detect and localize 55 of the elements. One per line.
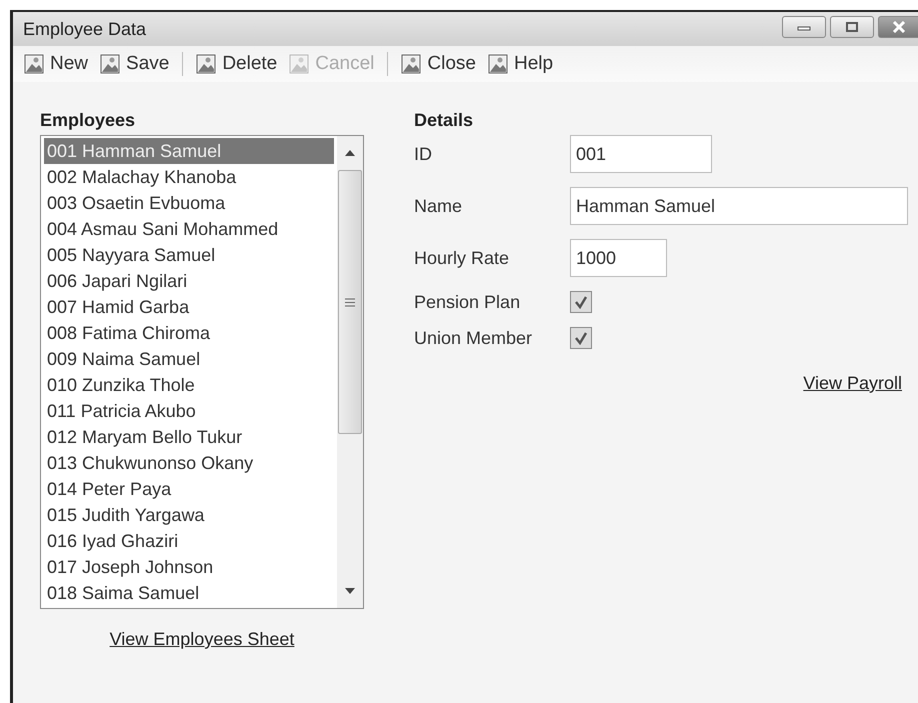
list-item[interactable]: 017 Joseph Johnson: [44, 554, 334, 580]
toolbar-button[interactable]: New: [21, 51, 92, 77]
section-heading: Details: [414, 110, 474, 131]
list-item[interactable]: 013 Chukwunonso Okany: [44, 450, 334, 476]
picture-icon: [401, 54, 422, 74]
field-label: Hourly Rate: [414, 248, 510, 268]
list-item[interactable]: 011 Patricia Akubo: [44, 398, 334, 424]
minimize-button[interactable]: [782, 16, 826, 38]
field-label: Pension Plan: [414, 292, 522, 312]
check-icon: [574, 331, 588, 345]
scrollbar[interactable]: [337, 136, 363, 608]
list-item[interactable]: 014 Peter Paya: [44, 476, 334, 502]
window-title: Employee Data: [23, 18, 146, 40]
list-item[interactable]: 007 Hamid Garba: [44, 294, 334, 320]
picture-icon: [488, 54, 508, 74]
scroll-down-icon: [345, 588, 355, 594]
field-label: Name: [414, 196, 464, 216]
checkbox[interactable]: [570, 327, 592, 349]
list-item[interactable]: 010 Zunzika Thole: [44, 372, 334, 398]
list-item[interactable]: 012 Maryam Bello Tukur: [44, 424, 334, 450]
toolbar-button[interactable]: Save: [97, 51, 172, 77]
scroll-up-icon: [345, 150, 355, 156]
list-item[interactable]: 006 Japari Ngilari: [44, 268, 334, 294]
toolbar-button[interactable]: Help: [484, 51, 556, 77]
list-item[interactable]: 018 Saima Samuel: [44, 580, 334, 606]
text-field[interactable]: 1000: [570, 239, 667, 277]
list-item[interactable]: 005 Nayyara Samuel: [44, 242, 334, 268]
toolbar-button[interactable]: Close: [398, 51, 479, 77]
text-field[interactable]: 001: [570, 135, 712, 173]
maximize-button[interactable]: [830, 16, 874, 38]
field-label: ID: [414, 144, 433, 164]
check-icon: [574, 295, 588, 309]
list-item[interactable]: 016 Iyad Ghaziri: [44, 528, 334, 554]
checkbox[interactable]: [570, 291, 592, 313]
view-employees-link[interactable]: View Employees Sheet: [110, 629, 294, 650]
scrollbar-thumb[interactable]: [338, 170, 362, 434]
picture-icon: [196, 54, 216, 74]
list-item[interactable]: 009 Naima Samuel: [44, 346, 334, 372]
section-heading: Employees: [40, 110, 136, 131]
picture-icon: [100, 54, 120, 74]
text-field[interactable]: Hamman Samuel: [570, 187, 908, 225]
list-item[interactable]: 008 Fatima Chiroma: [44, 320, 334, 346]
maximize-icon: [845, 21, 859, 33]
field-label: Union Member: [414, 328, 534, 348]
toolbar-button[interactable]: Delete: [193, 51, 280, 77]
list-item[interactable]: 001 Hamman Samuel: [44, 138, 334, 164]
picture-icon: [24, 54, 44, 74]
list-item[interactable]: 003 Osaetin Evbuoma: [44, 190, 334, 216]
picture-icon: [289, 54, 310, 74]
view-payroll-link[interactable]: View Payroll: [803, 373, 902, 394]
list-item[interactable]: 015 Judith Yargawa: [44, 502, 334, 528]
list-item[interactable]: 004 Asmau Sani Mohammed: [44, 216, 334, 242]
close-icon: [892, 21, 906, 33]
list-item[interactable]: 002 Malachay Khanoba: [44, 164, 334, 190]
close-button[interactable]: [878, 16, 918, 38]
